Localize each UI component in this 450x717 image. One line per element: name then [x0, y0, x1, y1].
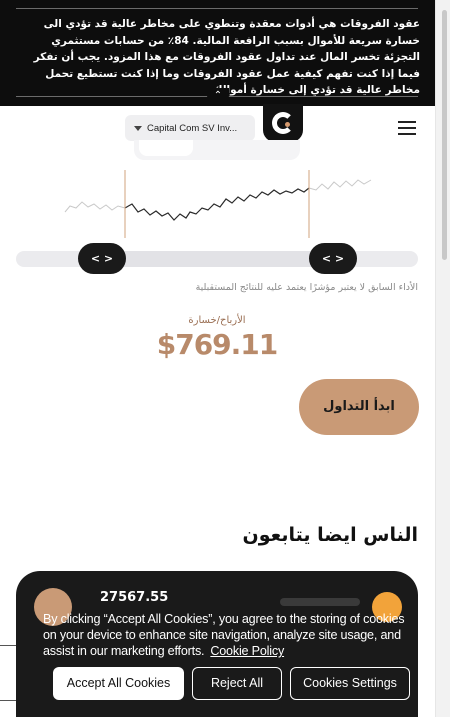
scrollbar-thumb[interactable]	[442, 10, 447, 260]
capital-com-logo[interactable]	[263, 104, 303, 142]
entity-selector-label: Capital Com SV Inv...	[147, 122, 238, 134]
logo-dot	[285, 122, 290, 127]
edge-panel	[0, 645, 16, 701]
cookie-policy-link[interactable]: Cookie Policy	[210, 644, 284, 658]
caret-down-icon	[134, 125, 142, 131]
reject-all-button[interactable]: Reject All	[192, 667, 282, 700]
entity-selector[interactable]: Capital Com SV Inv...	[125, 115, 255, 141]
cookie-consent-text: By clicking “Accept All Cookies”, you ag…	[43, 611, 415, 659]
divider	[16, 8, 418, 9]
profit-loss-value: $769.11	[156, 328, 279, 361]
price-line-faded-right	[308, 179, 372, 191]
logo-ring-icon	[272, 112, 294, 134]
risk-warning-text: عقود الفروقات هي أدوات معقدة وتنطوي على …	[33, 18, 420, 96]
timeframe-tabs[interactable]	[134, 140, 300, 160]
hamburger-menu-icon[interactable]	[398, 121, 416, 135]
range-slider-selection[interactable]	[102, 251, 333, 267]
people-also-follow-title: الناس ايضا يتابعون	[242, 524, 419, 546]
range-handle-right[interactable]: < >	[309, 243, 357, 274]
price-line-faded-left	[64, 201, 126, 213]
trader-card-number: 27567.55	[100, 590, 169, 605]
range-handle-left[interactable]: < >	[78, 243, 126, 274]
cookies-settings-button[interactable]: Cookies Settings	[290, 667, 410, 700]
timeframe-tab-active[interactable]	[139, 140, 193, 156]
price-line	[124, 187, 310, 221]
profit-loss-label: الأرباح/خسارة	[188, 315, 246, 326]
price-chart	[64, 170, 372, 238]
accept-all-cookies-button[interactable]: Accept All Cookies	[53, 667, 184, 700]
past-performance-disclaimer: الأداء السابق لا يعتبر مؤشرًا يعتمد عليه…	[195, 282, 418, 293]
start-trading-button[interactable]: ابدأ التداول	[299, 379, 419, 435]
